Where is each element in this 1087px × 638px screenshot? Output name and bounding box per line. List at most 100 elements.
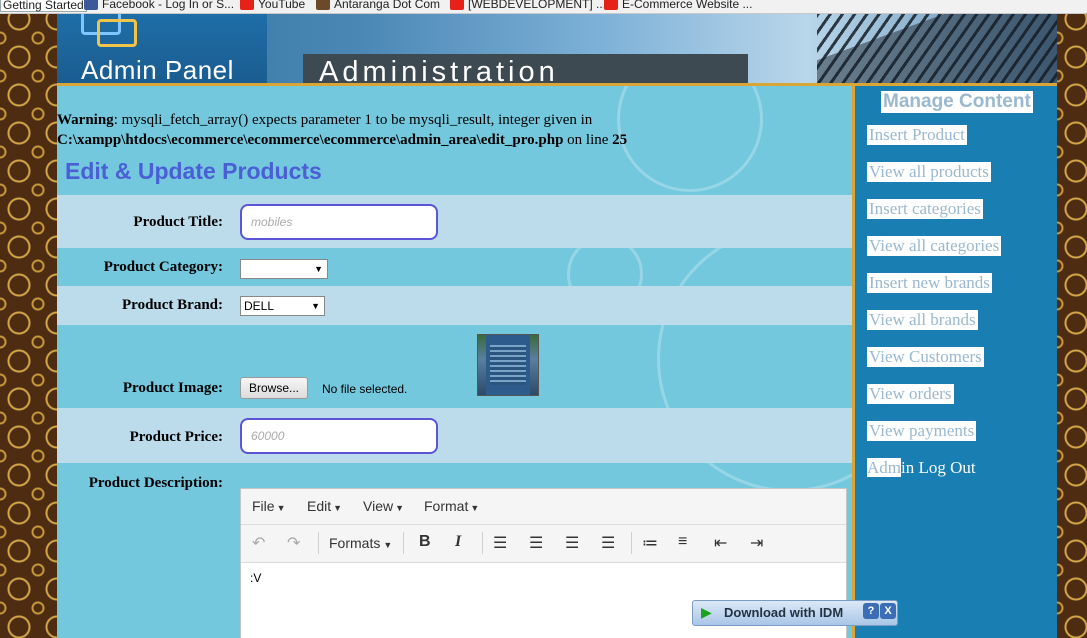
youtube-icon <box>450 0 464 10</box>
bold-icon[interactable]: B <box>419 533 431 551</box>
sidebar-link-view-all-products[interactable]: View all products <box>867 162 991 182</box>
editor-content-area[interactable]: :V <box>241 563 846 593</box>
sidebar-link-view-all-brands[interactable]: View all brands <box>867 310 978 330</box>
right-decorative-background <box>1057 0 1087 638</box>
bookmark-antaranga[interactable]: Antaranga Dot Com <box>316 0 440 10</box>
caret-down-icon: ▼ <box>333 503 343 513</box>
youtube-icon <box>604 0 618 10</box>
product-image-thumbnail <box>477 334 539 396</box>
caret-down-icon: ▼ <box>395 503 405 513</box>
toolbar-separator <box>318 532 319 554</box>
align-right-icon[interactable]: ☰ <box>565 533 579 553</box>
product-price-label: Product Price: <box>129 429 223 445</box>
align-center-icon[interactable]: ☰ <box>529 533 543 553</box>
warning-path: C:\xampp\htdocs\ecommerce\ecommerce\ecom… <box>57 132 564 148</box>
close-icon[interactable]: X <box>880 603 896 619</box>
undo-icon[interactable]: ↶ <box>252 533 265 553</box>
chevron-down-icon: ▼ <box>311 301 320 311</box>
main-content: Warning: mysqli_fetch_array() expects pa… <box>57 86 852 638</box>
page-title: Edit & Update Products <box>65 158 322 184</box>
logo-shape <box>97 19 137 47</box>
product-brand-label: Product Brand: <box>122 297 223 313</box>
bookmark-label: Facebook - Log In or S... <box>102 0 235 11</box>
product-image-row: Product Image: Browse... No file selecte… <box>57 325 852 408</box>
brand-selected-value: DELL <box>244 299 275 313</box>
editor-content-text: :V <box>250 571 262 585</box>
site-icon <box>316 0 330 10</box>
php-warning: Warning: mysqli_fetch_array() expects pa… <box>57 110 847 150</box>
product-price-row: Product Price: 60000 <box>57 408 852 463</box>
admin-panel-logo: Admin Panel <box>57 13 267 83</box>
bookmark-youtube[interactable]: YouTube <box>240 0 305 10</box>
formats-dropdown[interactable]: Formats ▼ <box>329 535 392 551</box>
product-description-label: Product Description: <box>88 475 223 491</box>
italic-icon[interactable]: I <box>455 533 461 551</box>
caret-down-icon: ▼ <box>276 503 286 513</box>
bookmarks-bar: Getting Started Facebook - Log In or S..… <box>0 0 1087 14</box>
product-brand-row: Product Brand: DELL ▼ <box>57 286 852 325</box>
bullet-list-icon[interactable]: ≔ <box>642 533 658 553</box>
product-category-select[interactable]: ▼ <box>240 259 328 279</box>
align-left-icon[interactable]: ☰ <box>493 533 507 553</box>
site-header: Admin Panel Administration <box>57 13 1057 83</box>
bookmark-getting-started[interactable]: Getting Started <box>0 0 87 12</box>
browse-button[interactable]: Browse... <box>240 377 309 399</box>
bookmark-facebook[interactable]: Facebook - Log In or S... <box>84 0 234 10</box>
outdent-icon[interactable]: ⇤ <box>714 533 727 553</box>
sidebar-link-insert-product[interactable]: Insert Product <box>867 125 967 145</box>
bookmark-label: YouTube <box>258 0 306 11</box>
product-brand-select[interactable]: DELL ▼ <box>240 296 325 316</box>
bookmark-label: [WEBDEVELOPMENT] ... <box>468 0 607 11</box>
sidebar-link-view-orders[interactable]: View orders <box>867 384 954 404</box>
caret-down-icon: ▼ <box>470 503 480 513</box>
play-icon: ▶ <box>701 604 712 620</box>
editor-toolbar: ↶ ↷ Formats ▼ B I ☰ ☰ ☰ ☰ ≔ ≡ ⇤ ⇥ <box>241 525 846 563</box>
sidebar-link-view-all-categories[interactable]: View all categories <box>867 236 1002 256</box>
chevron-down-icon: ▼ <box>314 264 323 274</box>
bookmark-ecommerce[interactable]: E-Commerce Website ... <box>604 0 752 10</box>
logout-text: in Log Out <box>901 458 976 477</box>
bookmark-webdevelopment[interactable]: [WEBDEVELOPMENT] ... <box>450 0 606 10</box>
warning-message: : mysqli_fetch_array() expects parameter… <box>113 112 593 128</box>
toolbar-separator <box>482 532 483 554</box>
align-justify-icon[interactable]: ☰ <box>601 533 615 553</box>
redo-icon[interactable]: ↷ <box>287 533 300 553</box>
menu-file[interactable]: File ▼ <box>252 498 285 514</box>
sidebar-link-insert-new-brands[interactable]: Insert new brands <box>867 273 992 293</box>
left-decorative-background <box>0 0 57 638</box>
sidebar-link-insert-categories[interactable]: Insert categories <box>867 199 983 219</box>
warning-label: Warning <box>57 112 114 128</box>
sidebar-title: Manage Content <box>881 91 1033 113</box>
header-building-image <box>817 13 1057 83</box>
bookmark-label: E-Commerce Website ... <box>622 0 753 11</box>
sidebar-link-view-payments[interactable]: View payments <box>867 421 977 441</box>
sidebar-link-admin-log-out[interactable]: Admin Log Out <box>867 458 976 478</box>
menu-view[interactable]: View ▼ <box>363 498 404 514</box>
product-price-input[interactable]: 60000 <box>240 418 438 454</box>
idm-download-bar[interactable]: ▶ Download with IDM ? X <box>692 600 898 626</box>
menu-format[interactable]: Format ▼ <box>424 498 479 514</box>
bookmark-label: Getting Started <box>3 0 84 12</box>
product-category-label: Product Category: <box>103 259 223 275</box>
administration-banner: Administration <box>303 54 748 83</box>
help-icon[interactable]: ? <box>863 603 879 619</box>
caret-down-icon: ▼ <box>383 540 393 550</box>
product-image-label: Product Image: <box>122 380 223 396</box>
facebook-icon <box>84 0 98 10</box>
youtube-icon <box>240 0 254 10</box>
product-title-label: Product Title: <box>133 214 223 230</box>
warning-on-line: on line <box>563 132 613 148</box>
logo-text: Admin Panel <box>81 55 234 83</box>
sidebar-link-view-customers[interactable]: View Customers <box>867 347 984 367</box>
toolbar-separator <box>403 532 404 554</box>
numbered-list-icon[interactable]: ≡ <box>678 533 687 551</box>
menu-edit[interactable]: Edit ▼ <box>307 498 342 514</box>
indent-icon[interactable]: ⇥ <box>750 533 763 553</box>
editor-menubar: File ▼ Edit ▼ View ▼ Format ▼ <box>241 489 846 525</box>
warning-line-number: 25 <box>612 132 628 148</box>
product-category-row: Product Category: ▼ <box>57 248 852 286</box>
bookmark-label: Antaranga Dot Com <box>334 0 441 11</box>
file-status: No file selected. <box>322 382 408 396</box>
product-title-input[interactable]: mobiles <box>240 204 438 240</box>
toolbar-separator <box>631 532 632 554</box>
